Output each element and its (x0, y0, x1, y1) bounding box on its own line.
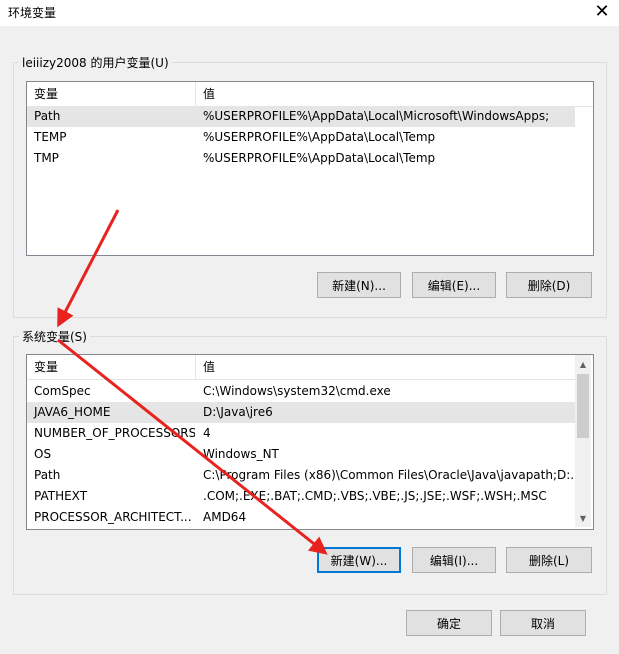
scroll-up-icon[interactable]: ▲ (575, 357, 591, 373)
var-name: OS (34, 447, 52, 461)
var-value: AMD64 (203, 510, 247, 524)
var-name: Path (34, 109, 61, 123)
var-name: NUMBER_OF_PROCESSORS (34, 426, 195, 440)
close-icon[interactable]: ✕ (585, 0, 619, 26)
var-name: ComSpec (34, 384, 91, 398)
ok-button[interactable]: 确定 (406, 610, 492, 636)
user-new-button[interactable]: 新建(N)... (317, 272, 401, 298)
user-vars-header: 变量 值 (27, 82, 593, 107)
user-vars-list[interactable]: 变量 值 Path %USERPROFILE%\AppData\Local\Mi… (26, 81, 594, 256)
column-header-value[interactable]: 值 (196, 82, 576, 106)
user-delete-button[interactable]: 删除(D) (506, 272, 592, 298)
scroll-down-icon[interactable]: ▼ (575, 511, 591, 527)
var-name: Path (34, 468, 61, 482)
table-row[interactable]: ComSpec C:\Windows\system32\cmd.exe (27, 381, 575, 402)
table-row[interactable]: NUMBER_OF_PROCESSORS 4 (27, 423, 575, 444)
column-header-variable[interactable]: 变量 (27, 82, 195, 106)
system-edit-button[interactable]: 编辑(I)... (412, 547, 496, 573)
user-vars-group-label: leiiizy2008 的用户变量(U) (19, 54, 172, 71)
var-value: %USERPROFILE%\AppData\Local\Microsoft\Wi… (203, 109, 550, 123)
column-header-variable[interactable]: 变量 (27, 355, 195, 379)
cancel-button[interactable]: 取消 (500, 610, 586, 636)
system-delete-button[interactable]: 删除(L) (506, 547, 592, 573)
window-title: 环境变量 (8, 6, 57, 20)
column-header-value[interactable]: 值 (196, 355, 575, 379)
user-edit-button[interactable]: 编辑(E)... (412, 272, 496, 298)
var-value: .COM;.EXE;.BAT;.CMD;.VBS;.VBE;.JS;.JSE;.… (203, 489, 547, 503)
table-row[interactable]: OS Windows_NT (27, 444, 575, 465)
table-row[interactable]: PROCESSOR_ARCHITECT... AMD64 (27, 507, 575, 528)
var-name: JAVA6_HOME (34, 405, 111, 419)
table-row[interactable]: PATHEXT .COM;.EXE;.BAT;.CMD;.VBS;.VBE;.J… (27, 486, 575, 507)
var-name: PROCESSOR_ARCHITECT... (34, 510, 192, 524)
table-row[interactable]: JAVA6_HOME D:\Java\jre6 (27, 402, 575, 423)
var-name: PATHEXT (34, 489, 88, 503)
var-value: %USERPROFILE%\AppData\Local\Temp (203, 130, 436, 144)
title-bar: 环境变量 ✕ (0, 0, 619, 26)
var-value: Windows_NT (203, 447, 279, 461)
vertical-scrollbar[interactable]: ▲ ▼ (575, 355, 591, 527)
var-value: %USERPROFILE%\AppData\Local\Temp (203, 151, 436, 165)
system-vars-list[interactable]: 变量 值 ComSpec C:\Windows\system32\cmd.exe… (26, 354, 594, 530)
system-new-button[interactable]: 新建(W)... (317, 547, 401, 573)
system-vars-header: 变量 值 (27, 355, 575, 380)
var-name: TEMP (34, 130, 67, 144)
var-value: D:\Java\jre6 (203, 405, 273, 419)
table-row[interactable]: Path C:\Program Files (x86)\Common Files… (27, 465, 575, 486)
var-value: C:\Windows\system32\cmd.exe (203, 384, 391, 398)
scrollbar-thumb[interactable] (577, 374, 589, 438)
var-value: 4 (203, 426, 211, 440)
table-row[interactable]: TEMP %USERPROFILE%\AppData\Local\Temp (27, 127, 575, 148)
system-vars-group-label: 系统变量(S) (19, 328, 90, 345)
var-value: C:\Program Files (x86)\Common Files\Orac… (203, 468, 575, 482)
table-row[interactable]: Path %USERPROFILE%\AppData\Local\Microso… (27, 106, 575, 127)
var-name: TMP (34, 151, 59, 165)
table-row[interactable]: TMP %USERPROFILE%\AppData\Local\Temp (27, 148, 575, 169)
